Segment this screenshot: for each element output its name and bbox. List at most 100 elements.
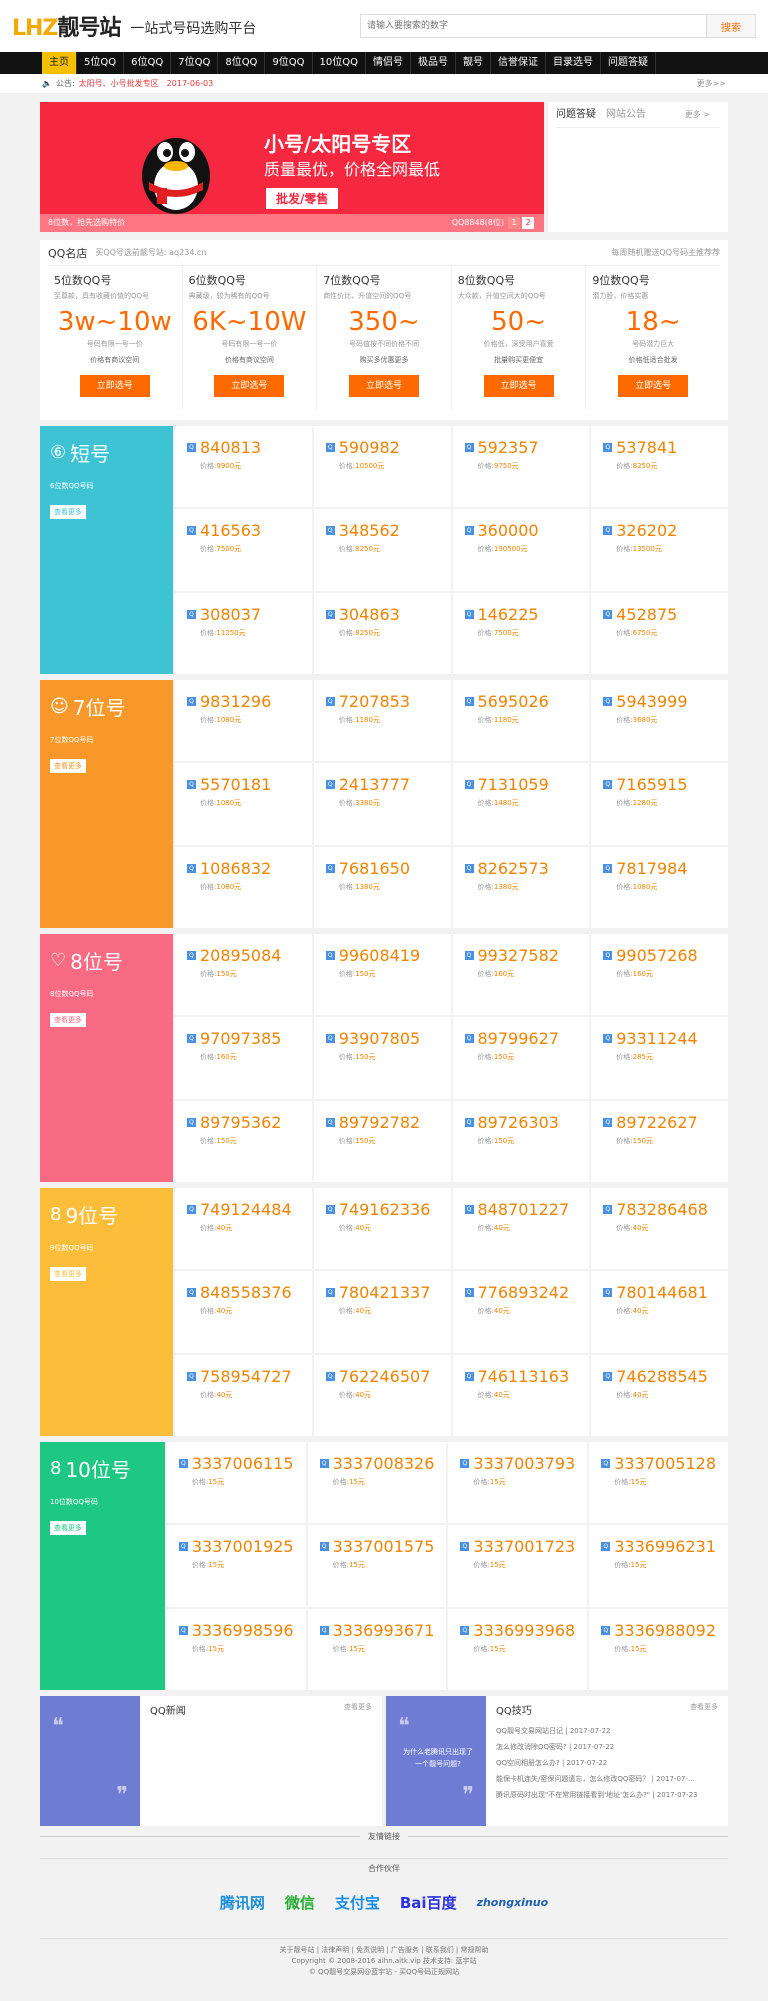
partner-zhongxin-logo[interactable]: zhongxinuo [477,1896,549,1909]
number-cell[interactable]: Q 3337001925 价格:15元 [166,1525,306,1607]
number-text[interactable]: 783286468 [616,1200,708,1219]
number-text[interactable]: 20895084 [200,946,281,965]
tip-item[interactable]: 能保卡机连失/密保问题遗忘，怎么修改QQ密码？ | 2017-07-... [496,1771,718,1787]
banner-dot[interactable]: 1 [508,217,520,229]
number-text[interactable]: 99057268 [616,946,697,965]
number-cell[interactable]: Q 3336993671 价格:15元 [307,1608,447,1690]
banner-button[interactable]: 批发/零售 [266,188,339,209]
number-cell[interactable]: Q 7131059 价格:1480元 [452,763,590,845]
partner-alipay-logo[interactable]: 支付宝 [335,1892,380,1913]
nav-item[interactable]: 情侣号 [366,52,412,74]
number-cell[interactable]: Q 89726303 价格:150元 [452,1100,590,1182]
number-text[interactable]: 758954727 [200,1367,292,1386]
number-cell[interactable]: Q 348562 价格:8250元 [313,509,451,591]
number-cell[interactable]: Q 360000 价格:190500元 [452,509,590,591]
number-text[interactable]: 762246507 [339,1367,431,1386]
banner-dot[interactable]: 2 [522,217,534,229]
nav-item[interactable]: 9位QQ [265,52,313,74]
number-text[interactable]: 3337001723 [473,1537,575,1556]
number-text[interactable]: 97097385 [200,1029,281,1048]
number-cell[interactable]: Q 308037 价格:11250元 [175,592,312,674]
number-text[interactable]: 840813 [200,438,261,457]
number-text[interactable]: 3336996231 [614,1537,716,1556]
number-cell[interactable]: Q 5943999 价格:3680元 [591,680,728,762]
partner-tencent-logo[interactable]: 腾讯网 [220,1892,265,1913]
number-text[interactable]: 780421337 [339,1283,431,1302]
number-text[interactable]: 7207853 [339,692,410,711]
number-text[interactable]: 7165915 [616,775,687,794]
number-cell[interactable]: Q 7165915 价格:1280元 [591,763,728,845]
number-text[interactable]: 89792782 [339,1113,420,1132]
number-text[interactable]: 3337001575 [333,1537,435,1556]
number-text[interactable]: 89799627 [478,1029,559,1048]
number-cell[interactable]: Q 3337001723 价格:15元 [448,1525,588,1607]
number-cell[interactable]: Q 20895084 价格:150元 [175,934,312,1016]
section-more-button[interactable]: 查看更多 [50,505,86,519]
number-cell[interactable]: Q 89722627 价格:150元 [591,1100,728,1182]
number-cell[interactable]: Q 3337006115 价格:15元 [166,1442,306,1524]
tips-feature-text[interactable]: 为什么老腾讯只出现了一个靓号问题? [400,1746,476,1770]
notice-text[interactable]: 太阳号、小号批发专区 [79,78,159,89]
number-text[interactable]: 592357 [478,438,539,457]
number-text[interactable]: 7681650 [339,859,410,878]
number-cell[interactable]: Q 89799627 价格:150元 [452,1017,590,1099]
number-cell[interactable]: Q 7817984 价格:1080元 [591,846,728,928]
number-text[interactable]: 99327582 [478,946,559,965]
promo-banner[interactable]: 小号/太阳号专区 质量最优，价格全网最低 批发/零售 8位数，抢先选购特价 QQ… [40,102,544,232]
number-cell[interactable]: Q 749162336 价格:40元 [313,1188,451,1270]
number-text[interactable]: 3336993968 [473,1621,575,1640]
partner-baidu-logo[interactable]: Bai百度 [400,1892,457,1913]
footer-links[interactable]: 关于靓号站 | 法律声明 | 免责说明 | 广告服务 | 联系我们 | 常规帮助 [40,1945,728,1956]
number-cell[interactable]: Q 452875 价格:6750元 [591,592,728,674]
number-cell[interactable]: Q 99327582 价格:160元 [452,934,590,1016]
tab-announcements[interactable]: 网站公告 [606,102,646,127]
number-cell[interactable]: Q 8262573 价格:1380元 [452,846,590,928]
number-text[interactable]: 360000 [478,521,539,540]
nav-item[interactable]: 10位QQ [313,52,367,74]
tips-more-link[interactable]: 查看更多 [690,1702,718,1717]
number-cell[interactable]: Q 537841 价格:8250元 [591,426,728,508]
number-cell[interactable]: Q 97097385 价格:160元 [175,1017,312,1099]
number-cell[interactable]: Q 99608419 价格:150元 [313,934,451,1016]
nav-item[interactable]: 问题答疑 [601,52,657,74]
number-cell[interactable]: Q 3337001575 价格:15元 [307,1525,447,1607]
select-number-button[interactable]: 立即选号 [214,375,285,397]
number-text[interactable]: 3337003793 [473,1454,575,1473]
section-more-button[interactable]: 查看更多 [50,1013,86,1027]
select-number-button[interactable]: 立即选号 [79,375,150,397]
select-number-button[interactable]: 立即选号 [348,375,419,397]
number-cell[interactable]: Q 7207853 价格:1180元 [313,680,451,762]
partner-wechat-logo[interactable]: 微信 [285,1892,315,1913]
number-cell[interactable]: Q 93311244 价格:285元 [591,1017,728,1099]
number-text[interactable]: 848558376 [200,1283,292,1302]
number-text[interactable]: 3337005128 [614,1454,716,1473]
number-text[interactable]: 416563 [200,521,261,540]
number-text[interactable]: 5943999 [616,692,687,711]
number-cell[interactable]: Q 5695026 价格:1180元 [452,680,590,762]
number-text[interactable]: 93311244 [616,1029,697,1048]
number-text[interactable]: 537841 [616,438,677,457]
number-text[interactable]: 5695026 [478,692,549,711]
section-more-button[interactable]: 查看更多 [50,1521,86,1535]
number-text[interactable]: 9831296 [200,692,271,711]
number-text[interactable]: 89795362 [200,1113,281,1132]
nav-item[interactable]: 极品号 [411,52,457,74]
number-text[interactable]: 780144681 [616,1283,708,1302]
number-cell[interactable]: Q 3336996231 价格:15元 [589,1525,728,1607]
site-logo[interactable]: LHZ靓号站 [12,10,121,42]
tab-faq[interactable]: 问题答疑 [556,102,596,127]
number-text[interactable]: 746113163 [478,1367,570,1386]
number-cell[interactable]: Q 590982 价格:10500元 [313,426,451,508]
number-text[interactable]: 326202 [616,521,677,540]
number-cell[interactable]: Q 9831296 价格:1080元 [175,680,312,762]
select-number-button[interactable]: 立即选号 [618,375,689,397]
number-cell[interactable]: Q 848701227 价格:40元 [452,1188,590,1270]
number-cell[interactable]: Q 783286468 价格:40元 [591,1188,728,1270]
number-cell[interactable]: Q 749124484 价格:40元 [175,1188,312,1270]
number-cell[interactable]: Q 146225 价格:7500元 [452,592,590,674]
news-more-link[interactable]: 查看更多 [344,1702,372,1717]
number-text[interactable]: 3336998596 [192,1621,294,1640]
number-text[interactable]: 5570181 [200,775,271,794]
number-text[interactable]: 3337008326 [333,1454,435,1473]
number-cell[interactable]: Q 89792782 价格:150元 [313,1100,451,1182]
